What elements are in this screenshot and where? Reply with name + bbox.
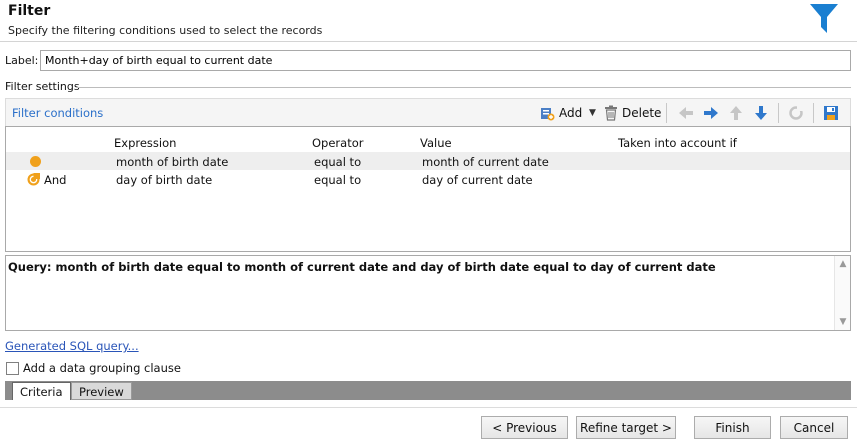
row-operator: equal to bbox=[314, 155, 362, 169]
row-value: day of current date bbox=[422, 173, 533, 187]
funnel-icon bbox=[810, 4, 838, 33]
arrow-down-icon bbox=[755, 106, 767, 120]
scroll-down-icon[interactable]: ▼ bbox=[838, 317, 848, 327]
row-value: month of current date bbox=[422, 155, 549, 169]
delete-button[interactable]: Delete bbox=[604, 103, 661, 123]
row-expression: month of birth date bbox=[116, 155, 229, 169]
arrow-right-icon bbox=[704, 107, 718, 119]
cancel-button[interactable]: Cancel bbox=[780, 416, 848, 439]
finish-button[interactable]: Finish bbox=[694, 416, 771, 439]
data-grouping-label: Add a data grouping clause bbox=[23, 361, 181, 375]
query-scrollbar[interactable]: ▲ ▼ bbox=[834, 256, 850, 330]
row-prefix: And bbox=[44, 173, 67, 187]
toolbar-separator bbox=[813, 103, 814, 123]
move-up-button[interactable] bbox=[728, 103, 744, 123]
data-grouping-option[interactable]: Add a data grouping clause bbox=[6, 361, 181, 375]
previous-button[interactable]: < Previous bbox=[481, 416, 568, 439]
grid-header: Expression Operator Value Taken into acc… bbox=[6, 127, 850, 151]
refresh-icon bbox=[789, 105, 804, 120]
tab-preview[interactable]: Preview bbox=[71, 382, 132, 400]
data-grouping-checkbox[interactable] bbox=[6, 361, 19, 375]
refine-target-button[interactable]: Refine target > bbox=[576, 416, 676, 439]
filter-toolbar: Filter conditions Add ▼ Delete bbox=[5, 98, 851, 126]
toolbar-separator bbox=[778, 103, 779, 123]
filter-settings-divider bbox=[76, 87, 851, 88]
filter-conditions-grid: Expression Operator Value Taken into acc… bbox=[5, 126, 851, 252]
bottom-tabs: Criteria Preview bbox=[5, 381, 851, 400]
filter-settings-title: Filter settings bbox=[5, 80, 83, 93]
condition-dot-icon bbox=[30, 156, 41, 167]
move-left-button[interactable] bbox=[678, 103, 694, 123]
row-expression: day of birth date bbox=[116, 173, 213, 187]
column-header-operator[interactable]: Operator bbox=[312, 136, 363, 150]
generated-sql-link[interactable]: Generated SQL query... bbox=[5, 339, 139, 353]
tab-criteria[interactable]: Criteria bbox=[12, 382, 71, 400]
and-operator-icon bbox=[27, 173, 40, 186]
row-operator: equal to bbox=[314, 173, 362, 187]
query-preview: Query: month of birth date equal to mont… bbox=[5, 255, 851, 331]
add-button[interactable]: Add bbox=[539, 103, 582, 123]
save-button[interactable] bbox=[823, 103, 839, 123]
query-text: Query: month of birth date equal to mont… bbox=[8, 260, 716, 274]
label-field[interactable] bbox=[40, 50, 851, 71]
add-condition-icon bbox=[541, 108, 555, 121]
column-header-expression[interactable]: Expression bbox=[114, 136, 176, 150]
table-row[interactable]: month of birth date equal to month of cu… bbox=[6, 152, 850, 170]
filter-conditions-title: Filter conditions bbox=[12, 106, 104, 120]
table-row[interactable]: And day of birth date equal to day of cu… bbox=[6, 170, 850, 188]
add-dropdown-arrow[interactable]: ▼ bbox=[589, 103, 596, 123]
label-caption: Label: bbox=[5, 54, 39, 67]
page-title: Filter bbox=[8, 3, 51, 19]
refresh-button[interactable] bbox=[788, 103, 804, 123]
save-icon bbox=[824, 106, 838, 120]
arrow-left-icon bbox=[679, 107, 693, 119]
column-header-taken-into-account[interactable]: Taken into account if bbox=[618, 136, 737, 150]
column-header-value[interactable]: Value bbox=[420, 136, 452, 150]
footer-divider bbox=[0, 407, 857, 408]
trash-icon bbox=[605, 105, 617, 121]
wizard-header: Filter Specify the filtering conditions … bbox=[0, 0, 857, 42]
page-subtitle: Specify the filtering conditions used to… bbox=[8, 24, 323, 37]
move-down-button[interactable] bbox=[753, 103, 769, 123]
scroll-up-icon[interactable]: ▲ bbox=[838, 259, 848, 269]
move-right-button[interactable] bbox=[703, 103, 719, 123]
toolbar-separator bbox=[666, 103, 667, 123]
arrow-up-icon bbox=[730, 106, 742, 120]
add-label: Add bbox=[559, 106, 583, 120]
delete-label: Delete bbox=[622, 106, 662, 120]
